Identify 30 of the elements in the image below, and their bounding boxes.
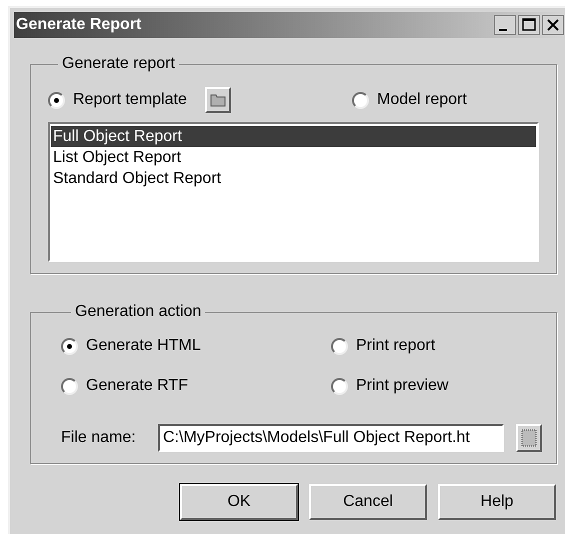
folder-icon [210, 93, 226, 107]
folder-button[interactable] [204, 87, 231, 113]
window-title: Generate Report [16, 15, 142, 35]
close-icon[interactable] [542, 15, 564, 35]
dialog-button[interactable]: OK [180, 484, 298, 520]
list-item[interactable]: Full Object Report [51, 126, 536, 147]
radio-button[interactable] [48, 92, 65, 108]
group-title: Generate report [61, 54, 176, 74]
group-title: Generation action [74, 302, 202, 322]
radio-button[interactable] [61, 378, 78, 394]
radio-label[interactable]: Generate HTML [86, 334, 201, 358]
browse-button[interactable] [516, 424, 542, 452]
radio-label[interactable]: Print preview [356, 374, 448, 398]
maximize-icon[interactable] [518, 15, 540, 35]
dialog-button[interactable]: Help [438, 484, 556, 520]
field-label: File name: [61, 428, 137, 448]
radio-button[interactable] [331, 338, 348, 354]
radio-label[interactable]: Report template [73, 88, 187, 112]
browse-icon [521, 429, 537, 447]
dialog-button[interactable]: Cancel [309, 484, 427, 520]
radio-button[interactable] [331, 378, 348, 394]
minimize-icon[interactable] [494, 15, 516, 35]
list-item[interactable]: Standard Object Report [51, 168, 536, 189]
file-name-field[interactable]: C:\MyProjects\Models\Full Object Report.ht [158, 424, 504, 452]
radio-label[interactable]: Model report [377, 88, 467, 112]
radio-label[interactable]: Generate RTF [86, 374, 188, 398]
list-item[interactable]: List Object Report [51, 147, 536, 168]
radio-button[interactable] [61, 338, 78, 354]
radio-label[interactable]: Print report [356, 334, 436, 358]
radio-button[interactable] [352, 92, 369, 108]
